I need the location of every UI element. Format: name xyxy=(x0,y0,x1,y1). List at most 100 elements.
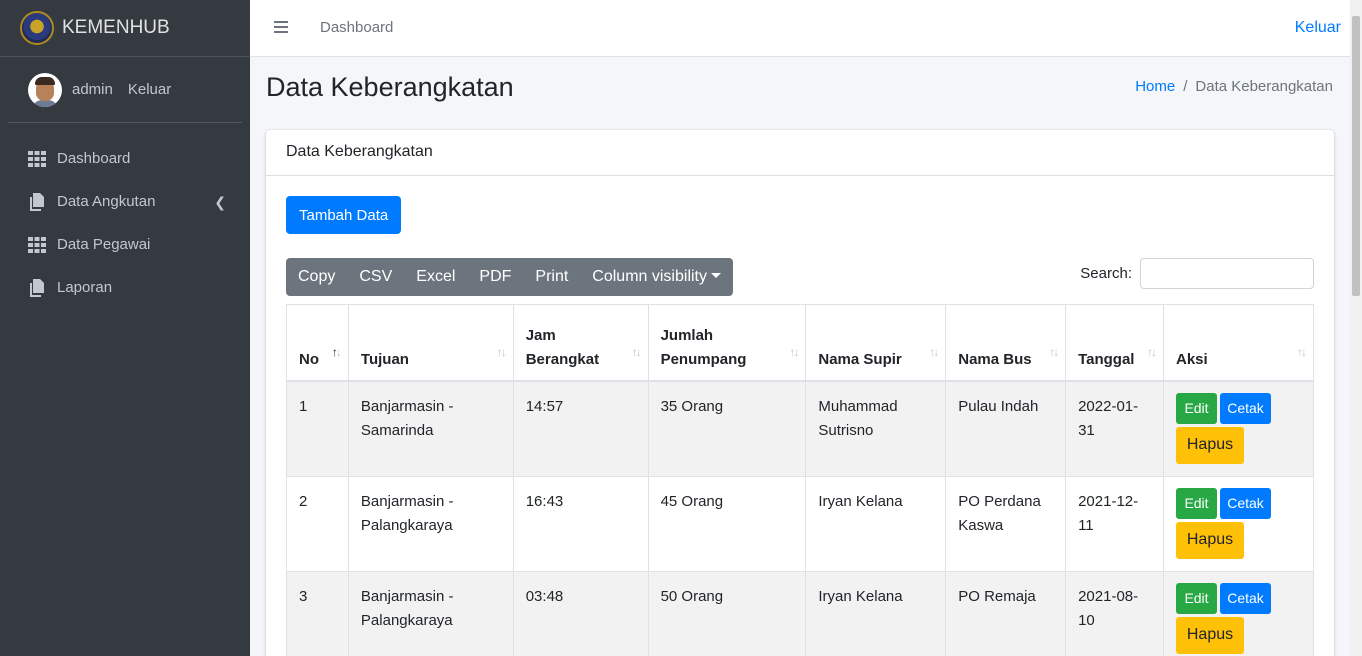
column-visibility-label: Column visibility xyxy=(592,268,707,285)
brand-link[interactable]: KEMENHUB xyxy=(0,0,250,57)
sort-icon: ↑↓ xyxy=(496,344,507,359)
print-row-button[interactable]: Cetak xyxy=(1220,487,1271,519)
sidebar-logout-link[interactable]: Keluar xyxy=(128,81,171,98)
top-navbar: Dashboard Keluar xyxy=(250,0,1350,57)
user-name[interactable]: admin xyxy=(72,81,113,98)
cell-supir: Iryan Kelana xyxy=(805,570,947,656)
chevron-left-icon: ❮ xyxy=(214,194,226,210)
sort-icon: ↑↓ xyxy=(1297,344,1307,359)
copy-icon xyxy=(30,192,44,211)
sidebar-item-label: Dashboard xyxy=(57,150,131,167)
cell-bus: PO Remaja xyxy=(945,570,1067,656)
edit-button[interactable]: Edit xyxy=(1176,582,1217,614)
sort-icon: ↑↓ xyxy=(631,344,642,359)
column-header-tujuan[interactable]: Tujuan ↑↓ xyxy=(347,304,514,382)
pdf-button[interactable]: PDF xyxy=(467,258,523,296)
column-header-jam-berangkat[interactable]: Jam Berangkat ↑↓ xyxy=(512,304,649,382)
copy-button[interactable]: Copy xyxy=(286,258,347,296)
avatar xyxy=(28,72,62,107)
grid-icon xyxy=(28,236,46,253)
sidebar: KEMENHUB admin Keluar Dashboard Data Ang… xyxy=(0,0,250,656)
sidebar-item-data-pegawai[interactable]: Data Pegawai xyxy=(0,223,250,266)
caret-down-icon xyxy=(711,273,721,278)
column-header-nama-supir[interactable]: Nama Supir ↑↓ xyxy=(805,304,947,382)
top-nav-dashboard-link[interactable]: Dashboard xyxy=(320,19,393,36)
sidebar-item-data-angkutan[interactable]: Data Angkutan ❮ xyxy=(0,180,250,223)
cell-no: 1 xyxy=(286,380,349,477)
column-visibility-button[interactable]: Column visibility xyxy=(580,258,733,296)
cell-tanggal: 2021-12- 11 xyxy=(1065,475,1164,572)
card-title: Data Keberangkatan xyxy=(266,130,1334,176)
table-row: 2 Banjarmasin - Palangkaraya 16:43 45 Ora… xyxy=(286,475,1314,572)
page-scrollbar[interactable] xyxy=(1350,0,1362,656)
cell-aksi: Edit Cetak Hapus xyxy=(1163,380,1314,477)
cell-supir: Muhammad Sutrisno xyxy=(805,380,947,477)
table-header-row: No ↑↓ Tujuan ↑↓ Jam Berangkat ↑↓ Jumlah Penum… xyxy=(286,304,1314,382)
sort-asc-icon: ↑↓ xyxy=(331,344,342,359)
search-label: Search: xyxy=(1080,265,1132,282)
sort-icon: ↑↓ xyxy=(929,344,939,359)
cell-supir: Iryan Kelana xyxy=(805,475,947,572)
breadcrumb-separator: / xyxy=(1183,78,1188,95)
print-row-button[interactable]: Cetak xyxy=(1220,582,1271,614)
cell-no: 3 xyxy=(286,570,349,656)
sidebar-item-label: Data Angkutan xyxy=(57,193,156,210)
delete-button[interactable]: Hapus xyxy=(1176,521,1244,559)
brand-name: KEMENHUB xyxy=(62,17,170,38)
export-button-group: Copy CSV Excel PDF Print Column visibili… xyxy=(286,258,733,296)
breadcrumb-home-link[interactable]: Home xyxy=(1135,78,1175,95)
page-title: Data Keberangkatan xyxy=(266,72,514,102)
cell-tujuan: Banjarmasin - Palangkaraya xyxy=(347,570,514,656)
excel-button[interactable]: Excel xyxy=(404,258,467,296)
edit-button[interactable]: Edit xyxy=(1176,392,1217,424)
sidebar-item-dashboard[interactable]: Dashboard xyxy=(0,137,250,180)
table-row: 3 Banjarmasin - Palangkaraya 03:48 50 Ora… xyxy=(286,570,1314,656)
cell-aksi: Edit Cetak Hapus xyxy=(1163,475,1314,572)
column-header-tanggal[interactable]: Tanggal ↑↓ xyxy=(1065,304,1164,382)
breadcrumb-current: Data Keberangkatan xyxy=(1195,78,1333,95)
delete-button[interactable]: Hapus xyxy=(1176,426,1244,464)
cell-jam: 14:57 xyxy=(512,380,649,477)
table-row: 1 Banjarmasin - Samarinda 14:57 35 Orang … xyxy=(286,380,1314,477)
copy-icon xyxy=(30,278,44,297)
sidebar-item-label: Laporan xyxy=(57,279,113,296)
sidebar-nav: Dashboard Data Angkutan ❮ Data Pegawai L… xyxy=(0,123,250,309)
delete-button[interactable]: Hapus xyxy=(1176,616,1244,654)
sort-icon: ↑↓ xyxy=(1049,344,1059,359)
sidebar-item-laporan[interactable]: Laporan xyxy=(0,266,250,309)
brand-logo-icon xyxy=(20,11,54,45)
add-data-button[interactable]: Tambah Data xyxy=(286,196,402,234)
column-header-no[interactable]: No ↑↓ xyxy=(286,304,349,382)
grid-icon xyxy=(28,150,46,167)
column-header-jumlah-penumpang[interactable]: Jumlah Penumpang ↑↓ xyxy=(647,304,807,382)
cell-bus: PO Perdana Kaswa xyxy=(945,475,1067,572)
cell-tujuan: Banjarmasin - Samarinda xyxy=(347,380,514,477)
cell-jam: 16:43 xyxy=(512,475,649,572)
cell-tanggal: 2022-01- 31 xyxy=(1065,380,1164,477)
hamburger-menu-icon[interactable] xyxy=(274,21,288,35)
user-panel: admin Keluar xyxy=(8,57,242,123)
cell-jumlah: 45 Orang xyxy=(647,475,807,572)
print-row-button[interactable]: Cetak xyxy=(1220,392,1271,424)
departure-table: No ↑↓ Tujuan ↑↓ Jam Berangkat ↑↓ Jumlah Penum… xyxy=(286,304,1314,656)
sort-icon: ↑↓ xyxy=(789,344,799,359)
cell-tujuan: Banjarmasin - Palangkaraya xyxy=(347,475,514,572)
cell-bus: Pulau Indah xyxy=(945,380,1067,477)
sort-icon: ↑↓ xyxy=(1147,344,1157,359)
column-header-nama-bus[interactable]: Nama Bus ↑↓ xyxy=(945,304,1067,382)
search-input[interactable] xyxy=(1140,258,1314,289)
scrollbar-thumb[interactable] xyxy=(1352,16,1360,296)
breadcrumb: Home / Data Keberangkatan xyxy=(1135,78,1333,95)
cell-jumlah: 35 Orang xyxy=(647,380,807,477)
cell-aksi: Edit Cetak Hapus xyxy=(1163,570,1314,656)
cell-jam: 03:48 xyxy=(512,570,649,656)
cell-tanggal: 2021-08- 10 xyxy=(1065,570,1164,656)
edit-button[interactable]: Edit xyxy=(1176,487,1217,519)
csv-button[interactable]: CSV xyxy=(347,258,404,296)
sidebar-item-label: Data Pegawai xyxy=(57,236,151,253)
print-button[interactable]: Print xyxy=(523,258,580,296)
data-card: Data Keberangkatan Tambah Data Copy CSV … xyxy=(266,130,1334,656)
cell-jumlah: 50 Orang xyxy=(647,570,807,656)
column-header-aksi[interactable]: Aksi ↑↓ xyxy=(1163,304,1314,382)
top-nav-logout-link[interactable]: Keluar xyxy=(1295,19,1341,37)
